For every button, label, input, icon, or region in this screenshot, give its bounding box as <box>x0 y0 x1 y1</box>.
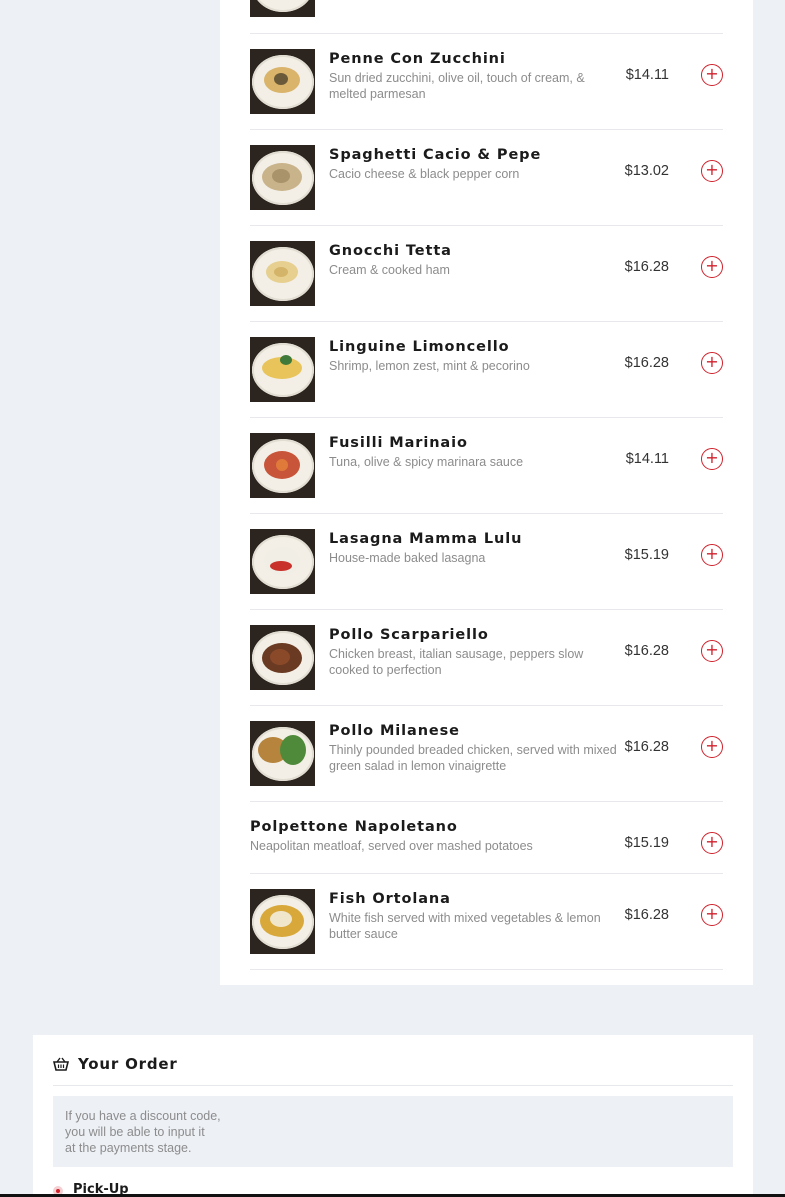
dish-photo <box>250 721 315 786</box>
dish-description: House-made baked lasagna <box>329 551 486 565</box>
dish-name[interactable]: Pollo Milanese <box>329 723 460 739</box>
dish-photo <box>250 529 315 594</box>
dish-price: $13.02 <box>624 163 669 179</box>
dish-description: Tuna, olive & spicy marinara sauce <box>329 455 524 469</box>
dish-description: Sun dried zucchini, olive oil, touch of … <box>329 71 585 101</box>
dish-description: Cream & cooked ham <box>329 263 450 277</box>
menu-item[interactable]: Spaghetti Cacio & Pepe Cacio cheese & bla… <box>250 130 723 226</box>
menu-item[interactable]: Pollo Milanese Thinly pounded breaded chi… <box>250 706 723 802</box>
order-header: Your Order <box>53 1055 733 1086</box>
menu-item[interactable]: Penne Con Zucchini Sun dried zucchini, ol… <box>250 34 723 130</box>
plus-circle-icon[interactable]: + <box>701 904 723 926</box>
dish-name[interactable]: Fusilli Marinaio <box>329 435 468 451</box>
dish-price: $14.11 <box>625 451 669 467</box>
dish-name[interactable]: Lasagna Mamma Lulu <box>329 531 522 547</box>
dish-name[interactable]: Spaghetti Cacio & Pepe <box>329 147 541 163</box>
dish-price: $16.28 <box>624 643 669 659</box>
dish-photo <box>250 241 315 306</box>
dish-photo <box>250 49 315 114</box>
dish-name[interactable]: Penne Con Zucchini <box>329 51 506 67</box>
discount-line: you will be able to input it <box>65 1125 205 1139</box>
plus-circle-icon[interactable]: + <box>701 256 723 278</box>
dish-photo <box>250 337 315 402</box>
menu-item[interactable]: Lasagna Mamma Lulu House-made baked lasag… <box>250 514 723 610</box>
dish-description: Chicken breast, italian sausage, peppers… <box>329 647 584 677</box>
dish-name[interactable]: Polpettone Napoletano <box>250 819 458 835</box>
dish-description: Cacio cheese & black pepper corn <box>329 167 520 181</box>
dish-name[interactable]: Gnocchi Tetta <box>329 243 452 259</box>
basket-icon <box>53 1057 69 1071</box>
dish-price: $15.19 <box>624 835 669 851</box>
plus-circle-icon[interactable]: + <box>701 352 723 374</box>
dish-price: $16.28 <box>624 739 669 755</box>
dish-price: $16.28 <box>624 259 669 275</box>
plus-circle-icon[interactable]: + <box>701 448 723 470</box>
dish-price: $15.19 <box>624 547 669 563</box>
dish-name[interactable]: Pollo Scarpariello <box>329 627 489 643</box>
plus-circle-icon[interactable]: + <box>701 160 723 182</box>
menu-card: Penne Con Zucchini Sun dried zucchini, ol… <box>220 0 753 985</box>
dish-description: Neapolitan meatloaf, served over mashed … <box>250 839 533 853</box>
discount-notice: If you have a discount code, you will be… <box>53 1096 733 1167</box>
menu-item[interactable]: Fusilli Marinaio Tuna, olive & spicy mari… <box>250 418 723 514</box>
menu-item[interactable]: Fish Ortolana White fish served with mixe… <box>250 874 723 970</box>
dish-price: $16.28 <box>624 355 669 371</box>
dish-price: $14.11 <box>625 67 669 83</box>
menu-item[interactable]: Polpettone Napoletano Neapolitan meatloaf… <box>250 802 723 874</box>
dish-name[interactable]: Fish Ortolana <box>329 891 451 907</box>
plus-circle-icon[interactable]: + <box>701 640 723 662</box>
dish-photo <box>250 889 315 954</box>
dish-description: White fish served with mixed vegetables … <box>329 911 601 941</box>
order-title: Your Order <box>78 1055 178 1073</box>
menu-item[interactable]: Gnocchi Tetta Cream & cooked ham $16.28 + <box>250 226 723 322</box>
menu-list: Penne Con Zucchini Sun dried zucchini, ol… <box>250 0 723 970</box>
discount-line: If you have a discount code, <box>65 1109 221 1123</box>
dish-photo <box>250 625 315 690</box>
plus-circle-icon[interactable]: + <box>701 64 723 86</box>
dish-description: Thinly pounded breaded chicken, served w… <box>329 743 617 773</box>
dish-photo <box>250 433 315 498</box>
menu-item[interactable]: Pollo Scarpariello Chicken breast, italia… <box>250 610 723 706</box>
dish-description: Shrimp, lemon zest, mint & pecorino <box>329 359 530 373</box>
your-order-panel: Your Order If you have a discount code, … <box>33 1035 753 1197</box>
menu-item-partial <box>250 0 723 34</box>
plus-circle-icon[interactable]: + <box>701 544 723 566</box>
discount-line: at the payments stage. <box>65 1141 192 1155</box>
plus-circle-icon[interactable]: + <box>701 736 723 758</box>
plus-circle-icon[interactable]: + <box>701 832 723 854</box>
menu-item[interactable]: Linguine Limoncello Shrimp, lemon zest, m… <box>250 322 723 418</box>
dish-name[interactable]: Linguine Limoncello <box>329 339 509 355</box>
dish-photo <box>250 0 315 17</box>
dish-price: $16.28 <box>624 907 669 923</box>
dish-photo <box>250 145 315 210</box>
